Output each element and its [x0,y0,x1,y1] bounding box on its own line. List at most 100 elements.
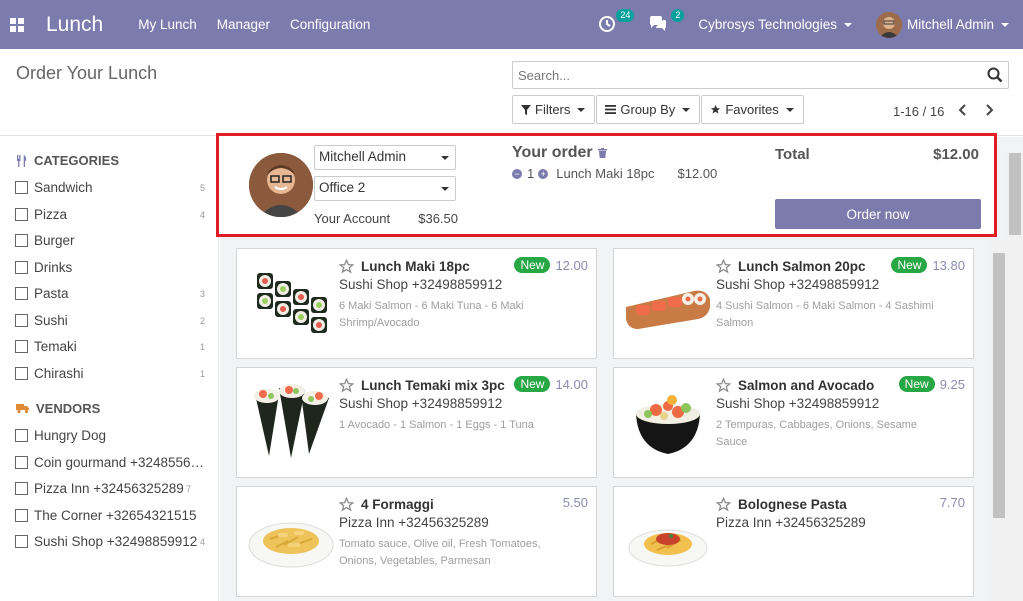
bolognese-icon [624,497,712,585]
star-outline-icon[interactable] [716,378,731,393]
scrollbar-thumb[interactable] [1009,153,1021,235]
order-line-price: $12.00 [677,166,718,181]
vendor-item[interactable]: Coin gourmand +32485562… [15,455,205,470]
chevron-left-icon[interactable] [956,103,970,120]
star-outline-icon[interactable] [339,497,354,512]
product-name: Salmon and Avocado [716,378,874,393]
filters-button[interactable]: Filters [512,95,596,124]
kanban-scrollbar-thumb[interactable] [993,253,1005,518]
category-item[interactable]: Pizza 4 [15,207,205,222]
location-select-value: Office 2 [319,180,366,195]
order-line: − 1 + Lunch Maki 18pc $12.00 [512,166,717,181]
vendor-label: Hungry Dog [34,428,107,443]
trash-icon[interactable] [597,148,607,158]
product-name: Lunch Salmon 20pc [716,259,866,274]
checkbox[interactable] [15,181,28,194]
category-item[interactable]: Sushi 2 [15,313,205,328]
product-card[interactable]: Lunch Maki 18pc Sushi Shop +32498859912 … [236,248,597,359]
category-item[interactable]: Drinks [15,260,205,275]
checkbox[interactable] [15,509,28,522]
menu-my-lunch[interactable]: My Lunch [138,17,197,32]
product-name-text: Salmon and Avocado [738,378,875,393]
checkbox[interactable] [15,208,28,221]
checkbox[interactable] [15,482,28,495]
total-value: $12.00 [933,146,979,163]
product-description: 4 Sushi Salmon - 6 Maki Salmon - 4 Sashi… [716,300,934,329]
vendor-label: Pizza Inn +32456325289 [34,481,184,496]
maki-icon [247,259,335,347]
new-badge: New [514,257,551,273]
search-input[interactable]: Search... [518,68,570,83]
product-card[interactable]: 4 Formaggi Pizza Inn +32456325289 Tomato… [236,486,597,597]
product-description: 2 Tempuras, Cabbages, Onions, Sesame Sau… [716,419,917,448]
checkbox[interactable] [15,234,28,247]
star-outline-icon[interactable] [339,259,354,274]
search-icon[interactable] [987,67,1003,86]
product-name: Lunch Maki 18pc [339,259,470,274]
checkbox[interactable] [15,367,28,380]
pager: 1-16 / 16 [893,103,996,120]
star-icon [711,104,721,114]
category-count: 5 [199,182,205,193]
menu-manager[interactable]: Manager [217,17,270,32]
vendors-title: VENDORS [36,401,101,416]
checkbox[interactable] [15,314,28,327]
app-brand[interactable]: Lunch [46,13,103,37]
messages-icon[interactable]: 2 [648,8,685,35]
product-card[interactable]: Lunch Salmon 20pc Sushi Shop +3249885991… [613,248,974,359]
product-vendor: Sushi Shop +32498859912 [716,277,880,292]
avatar [249,153,313,217]
order-line-qty: 1 [527,166,535,181]
category-item[interactable]: Burger [15,233,205,248]
new-badge: New [891,257,928,273]
vendor-item[interactable]: Hungry Dog [15,428,205,443]
group-by-button[interactable]: Group By [596,95,701,124]
vendor-item[interactable]: Pizza Inn +32456325289 7 [15,481,205,496]
checkbox[interactable] [15,340,28,353]
product-card[interactable]: Lunch Temaki mix 3pc Sushi Shop +3249885… [236,367,597,478]
caret-down-icon [682,107,691,112]
total-label: Total [775,146,810,163]
category-item[interactable]: Chirashi 1 [15,366,205,381]
plus-icon[interactable]: + [538,168,549,179]
category-item[interactable]: Temaki 1 [15,339,205,354]
chevron-right-icon[interactable] [982,103,996,120]
star-outline-icon[interactable] [339,378,354,393]
order-now-button[interactable]: Order now [775,199,981,229]
product-vendor: Sushi Shop +32498859912 [339,396,503,411]
star-outline-icon[interactable] [716,259,731,274]
category-label: Pizza [34,207,68,222]
minus-icon[interactable]: − [512,168,522,179]
category-item[interactable]: Pasta 3 [15,286,205,301]
product-card[interactable]: Salmon and Avocado Sushi Shop +324988599… [613,367,974,478]
vendor-item[interactable]: The Corner +32654321515 [15,508,205,523]
category-item[interactable]: Sandwich 5 [15,180,205,195]
product-vendor: Sushi Shop +32498859912 [716,396,880,411]
vendors-heading: VENDORS [16,401,100,416]
pager-value[interactable]: 1-16 / 16 [893,104,944,119]
checkbox[interactable] [15,261,28,274]
product-card[interactable]: Bolognese Pasta Pizza Inn +32456325289 7… [613,486,974,597]
vendor-item[interactable]: Sushi Shop +32498859912 4 [15,534,205,549]
checkbox[interactable] [15,429,28,442]
checkbox[interactable] [15,535,28,548]
location-select[interactable]: Office 2 [314,176,456,201]
product-name-text: Lunch Temaki mix 3pc [361,378,505,393]
checkbox[interactable] [15,287,28,300]
new-badge: New [514,376,551,392]
activity-icon[interactable]: 24 [598,8,635,35]
checkbox[interactable] [15,456,28,469]
apps-menu-icon[interactable] [0,0,34,49]
favorites-button[interactable]: Favorites [701,95,804,124]
vendor-label: Sushi Shop +32498859912 [34,534,198,549]
category-label: Sushi [34,313,68,328]
order-line-name: Lunch Maki 18pc [556,166,655,181]
vendor-label: The Corner +32654321515 [34,508,197,523]
star-outline-icon[interactable] [716,497,731,512]
user-menu[interactable]: Mitchell Admin [875,11,1009,38]
search-bar[interactable]: Search... [512,61,1009,89]
company-switcher[interactable]: Cybrosys Technologies [698,17,852,32]
product-vendor: Pizza Inn +32456325289 [716,515,866,530]
menu-configuration[interactable]: Configuration [290,17,370,32]
user-select[interactable]: Mitchell Admin [314,145,456,170]
